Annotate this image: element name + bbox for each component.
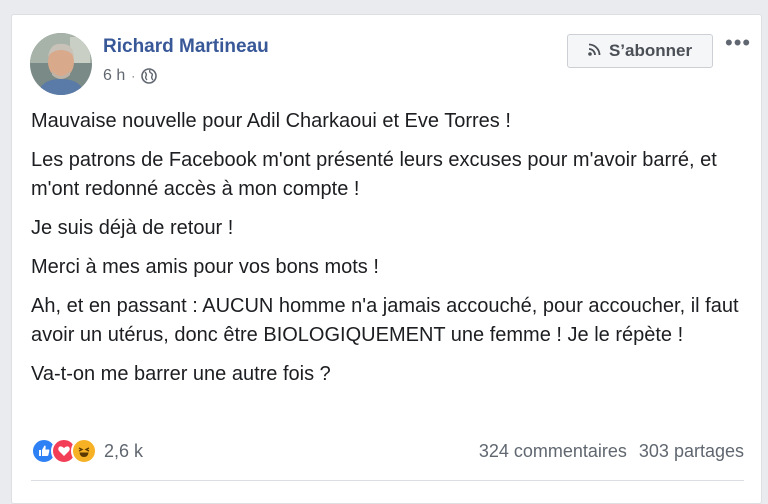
reactions-summary[interactable]: 2,6 k: [31, 438, 143, 464]
footer-divider: [31, 480, 744, 481]
author-name[interactable]: Richard Martineau: [103, 36, 269, 58]
post-paragraph: Va-t-on me barrer une autre fois ?: [31, 363, 331, 385]
post-stats: 324 commentaires 303 partages: [479, 441, 744, 462]
post-card: Richard Martineau 6 h · S’abonner ••• Ma…: [11, 14, 762, 504]
post-paragraph: Ah, et en passant : AUCUN homme n'a jama…: [31, 295, 739, 346]
post-body: Mauvaise nouvelle pour Adil Charkaoui et…: [31, 107, 746, 399]
follow-label: S’abonner: [608, 41, 693, 60]
haha-icon: [71, 438, 97, 464]
follow-button[interactable]: S’abonner: [567, 34, 713, 68]
globe-icon[interactable]: [141, 68, 158, 84]
avatar[interactable]: [30, 33, 92, 95]
meta-separator: ·: [131, 69, 136, 83]
reactions-count: 2,6 k: [104, 440, 144, 461]
post-paragraph: Je suis déjà de retour !: [31, 217, 234, 239]
rss-icon: [588, 41, 601, 61]
post-paragraph: Mauvaise nouvelle pour Adil Charkaoui et…: [31, 110, 511, 132]
post-timestamp[interactable]: 6 h: [103, 67, 125, 85]
post-paragraph: Merci à mes amis pour vos bons mots !: [31, 256, 379, 278]
shares-count[interactable]: 303 partages: [639, 441, 744, 462]
post-footer: 2,6 k 324 commentaires 303 partages: [31, 435, 744, 467]
post-paragraph: Les patrons de Facebook m'ont présenté l…: [31, 149, 717, 200]
comments-count[interactable]: 324 commentaires: [479, 441, 627, 462]
more-options-icon[interactable]: •••: [725, 32, 751, 54]
post-meta: 6 h ·: [103, 67, 158, 85]
